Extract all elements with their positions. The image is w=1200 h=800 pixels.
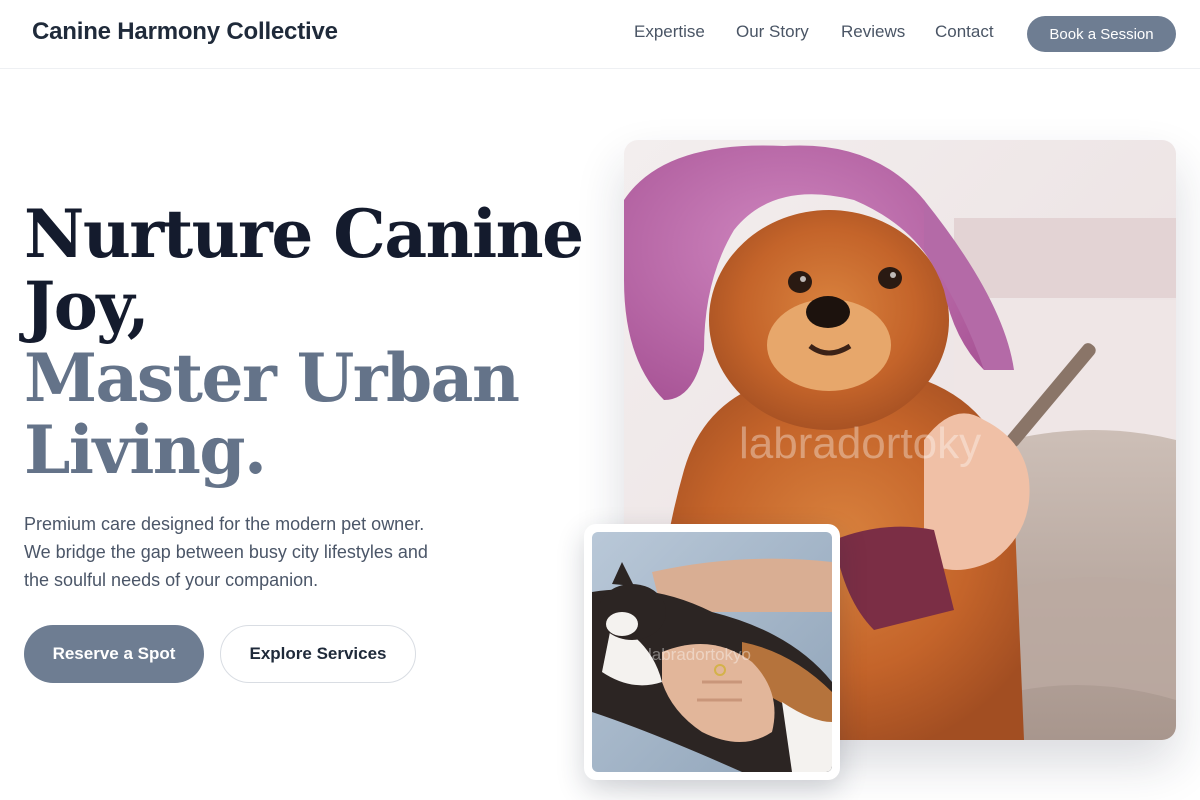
dog-nose	[806, 296, 850, 328]
description-line-1: Premium care designed for the modern pet…	[24, 514, 425, 534]
dog-eye-left	[788, 271, 812, 293]
inset-cat-photo: labradortokyo	[592, 532, 832, 772]
site-header: Canine Harmony Collective Expertise Our …	[0, 0, 1200, 69]
headline-line-1: Nurture Canine	[24, 195, 584, 273]
nav-link-reviews[interactable]: Reviews	[841, 22, 905, 42]
nav-link-contact[interactable]: Contact	[935, 22, 994, 42]
description-line-2: We bridge the gap between busy city life…	[24, 542, 428, 562]
book-session-button[interactable]: Book a Session	[1027, 16, 1176, 52]
hero-headline: Nurture Canine Joy, Master Urban Living.	[24, 198, 584, 486]
main-photo-watermark: labradortoky	[739, 419, 981, 468]
main-nav: Expertise Our Story Reviews Contact	[0, 22, 1200, 48]
headline-line-3: Master Urban	[24, 339, 520, 417]
cat-petting-image: labradortokyo	[592, 532, 832, 772]
dog-eye-right	[878, 267, 902, 289]
description-line-3: the soulful needs of your companion.	[24, 570, 319, 590]
inset-photo-watermark: labradortokyo	[648, 645, 751, 664]
hero-description: Premium care designed for the modern pet…	[24, 510, 474, 594]
nav-link-our-story[interactable]: Our Story	[736, 22, 809, 42]
nav-link-expertise[interactable]: Expertise	[634, 22, 705, 42]
explore-services-button[interactable]: Explore Services	[220, 625, 416, 683]
inset-cat-card: labradortokyo	[584, 524, 840, 780]
headline-line-2: Joy,	[24, 267, 150, 345]
reserve-spot-button[interactable]: Reserve a Spot	[24, 625, 204, 683]
headline-line-4: Living.	[24, 411, 267, 489]
